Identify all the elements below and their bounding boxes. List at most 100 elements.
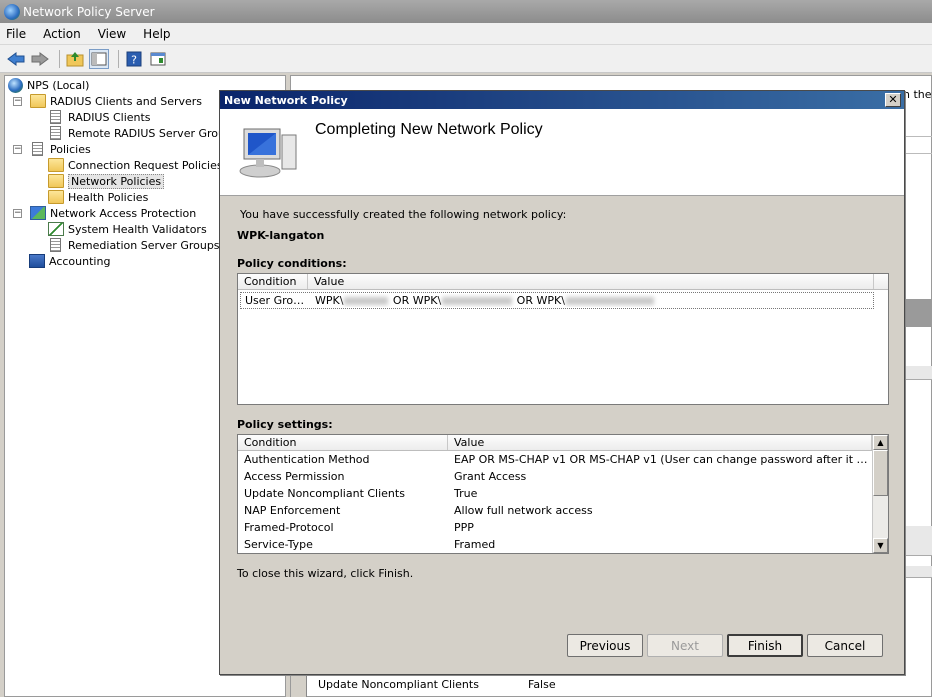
menu-file[interactable]: File (6, 27, 26, 41)
properties-icon[interactable] (148, 49, 168, 69)
value-part: WPK\ (315, 294, 344, 307)
collapse-icon[interactable]: − (13, 144, 22, 154)
table-row[interactable]: Authentication Method EAP OR MS-CHAP v1 … (238, 451, 888, 468)
column-header-condition[interactable]: Condition (238, 435, 448, 450)
monitor-icon (48, 222, 64, 236)
row-value: PPP (454, 521, 474, 534)
folder-icon (48, 174, 64, 188)
tree-item-label: Remediation Server Groups (68, 238, 220, 252)
background-row-label: Update Noncompliant Clients (318, 678, 479, 691)
redacted-text (565, 297, 654, 305)
toolbar-separator (59, 49, 60, 68)
back-arrow-icon[interactable] (6, 49, 26, 69)
dialog-heading: Completing New Network Policy (315, 121, 543, 138)
toolbar-separator (118, 49, 119, 68)
collapse-icon[interactable]: − (13, 208, 22, 218)
conditions-list[interactable]: Condition Value User Groups WPK\ OR WPK\… (237, 273, 889, 405)
document-icon (50, 110, 61, 124)
close-button[interactable]: ✕ (885, 93, 901, 107)
scroll-thumb[interactable] (873, 450, 888, 496)
divider (903, 153, 932, 154)
table-row[interactable]: User Groups WPK\ OR WPK\ OR WPK\ (240, 292, 874, 309)
tree-item-network-access-protection[interactable]: − Network Access Protection (13, 205, 196, 221)
previous-button[interactable]: Previous (567, 634, 643, 657)
row-value: Grant Access (454, 470, 527, 483)
tree-item-policies[interactable]: − Policies (13, 141, 91, 157)
settings-label: Policy settings: (237, 418, 333, 431)
tree-item-accounting[interactable]: Accounting (29, 253, 110, 269)
tree-item-system-health-validators[interactable]: System Health Validators (48, 221, 207, 237)
row-condition: NAP Enforcement (244, 504, 341, 517)
close-instruction: To close this wizard, click Finish. (237, 567, 414, 580)
row-condition: User Groups (245, 294, 309, 307)
tree-item-radius-clients-and-servers[interactable]: − RADIUS Clients and Servers (13, 93, 202, 109)
table-row[interactable]: Access Permission Grant Access (238, 468, 888, 485)
tree-item-label: System Health Validators (68, 222, 207, 236)
folder-icon (30, 94, 46, 108)
tree-item-remote-radius-server-groups[interactable]: Remote RADIUS Server Groups (48, 125, 238, 141)
network-icon (30, 206, 46, 220)
tree-item-label: Accounting (49, 254, 111, 268)
row-condition: Access Permission (244, 470, 345, 483)
conditions-list-header: Condition Value (238, 274, 888, 290)
tree-item-label: Remote RADIUS Server Groups (68, 126, 238, 140)
menu-action[interactable]: Action (43, 27, 81, 41)
column-header-value[interactable]: Value (308, 274, 874, 289)
forward-arrow-icon[interactable] (30, 49, 50, 69)
cancel-button[interactable]: Cancel (807, 634, 883, 657)
svg-text:?: ? (131, 53, 137, 66)
next-button[interactable]: Next (647, 634, 723, 657)
table-row[interactable]: Update Noncompliant Clients True (238, 485, 888, 502)
tree-item-label: Connection Request Policies (68, 158, 223, 172)
tree-item-label: NPS (Local) (27, 78, 90, 92)
tree-item-radius-clients[interactable]: RADIUS Clients (48, 109, 151, 125)
window-titlebar: Network Policy Server (0, 0, 932, 23)
menu-bar: File Action View Help (0, 23, 932, 45)
row-condition: Update Noncompliant Clients (244, 487, 405, 500)
menu-view[interactable]: View (98, 27, 126, 41)
finish-button[interactable]: Finish (727, 634, 803, 657)
scroll-up-icon[interactable]: ▲ (873, 435, 888, 450)
table-row[interactable]: Framed-Protocol PPP (238, 519, 888, 536)
row-condition: Service-Type (244, 538, 313, 551)
tree-item-label: RADIUS Clients and Servers (50, 94, 203, 108)
tree-item-nps-local[interactable]: NPS (Local) (8, 77, 89, 93)
toolbar: ? (0, 45, 932, 73)
row-value: True (454, 487, 478, 500)
help-icon[interactable]: ? (124, 49, 144, 69)
table-row[interactable]: NAP Enforcement Allow full network acces… (238, 502, 888, 519)
accounting-icon (29, 254, 45, 268)
divider (903, 526, 932, 556)
success-text: You have successfully created the follow… (240, 208, 567, 221)
table-row[interactable]: Service-Type Framed (238, 536, 888, 553)
settings-scrollbar[interactable]: ▲ ▼ (872, 435, 888, 553)
row-value: WPK\ OR WPK\ OR WPK\ (309, 294, 869, 307)
settings-list-header: Condition Value (238, 435, 872, 451)
column-header-condition[interactable]: Condition (238, 274, 308, 289)
tree-item-network-policies[interactable]: Network Policies (48, 173, 165, 189)
menu-help[interactable]: Help (143, 27, 170, 41)
tree-item-connection-request-policies[interactable]: Connection Request Policies (48, 157, 223, 173)
show-hide-console-tree-icon[interactable] (89, 48, 109, 69)
document-icon (50, 238, 61, 252)
collapse-icon[interactable]: − (13, 96, 22, 106)
tree-item-label: RADIUS Clients (68, 110, 151, 124)
row-value: Allow full network access (454, 504, 593, 517)
row-value: Framed (454, 538, 496, 551)
globe-icon (8, 77, 23, 93)
column-header-value[interactable]: Value (448, 435, 872, 450)
tree-item-remediation-server-groups[interactable]: Remediation Server Groups (48, 237, 220, 253)
up-folder-icon[interactable] (65, 49, 85, 69)
settings-list[interactable]: Condition Value Authentication Method EA… (237, 434, 889, 554)
header-band (903, 299, 932, 327)
conditions-label: Policy conditions: (237, 257, 347, 270)
tree-item-label: Network Policies (68, 173, 165, 189)
new-network-policy-dialog: New Network Policy ✕ Completing New Netw… (219, 90, 905, 675)
scroll-down-icon[interactable]: ▼ (873, 538, 888, 553)
tree-item-health-policies[interactable]: Health Policies (48, 189, 148, 205)
tree-item-label: Health Policies (68, 190, 149, 204)
row-value: EAP OR MS-CHAP v1 OR MS-CHAP v1 (User ca… (454, 453, 872, 466)
redacted-text (442, 297, 513, 305)
tree-item-label: Policies (50, 142, 91, 156)
computer-icon (239, 128, 297, 178)
